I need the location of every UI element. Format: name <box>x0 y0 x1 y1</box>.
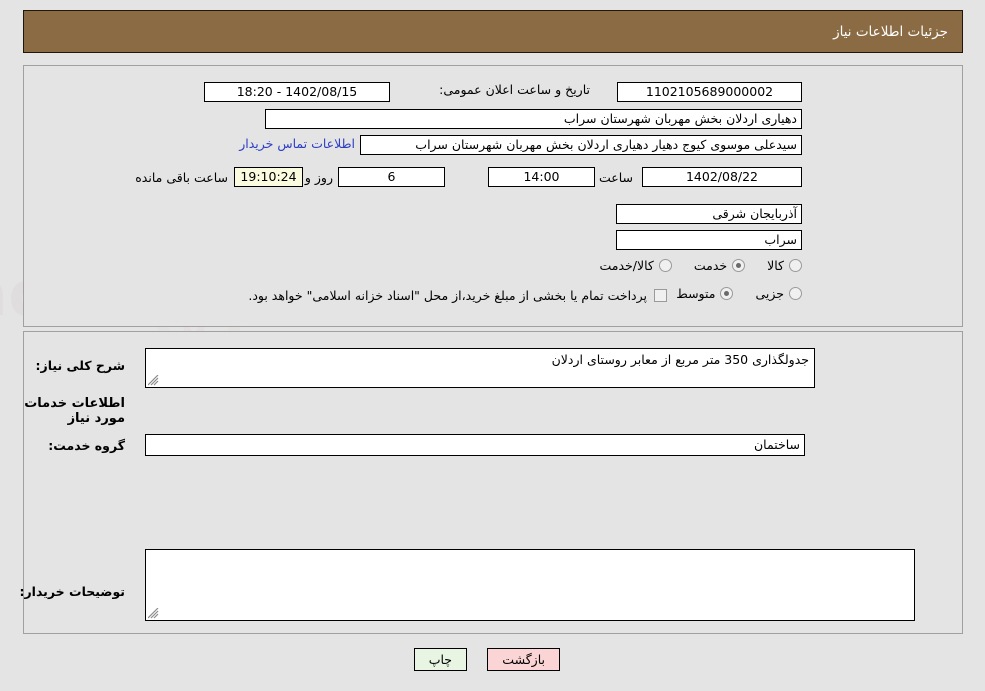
buyer-notes-label: توضیحات خریدار: <box>19 584 125 599</box>
need-number-field[interactable]: 1102105689000002 <box>617 82 802 102</box>
public-announce-row: تاریخ و ساعت اعلان عمومی: <box>439 82 590 97</box>
page-root: riaTender.net A جزئیات اطلاعات نیاز شمار… <box>0 0 985 691</box>
deadline-date-field[interactable]: 1402/08/22 <box>642 167 802 187</box>
category-radio-group[interactable]: کالا خدمت کالا/خدمت <box>599 258 802 273</box>
category-option-2[interactable]: کالا/خدمت <box>599 258 672 273</box>
hour-field[interactable]: 14:00 <box>488 167 595 187</box>
treasury-checkbox-label: پرداخت تمام یا بخشی از مبلغ خرید،از محل … <box>248 288 647 303</box>
process-radio-group[interactable]: جزیی متوسط <box>676 286 802 301</box>
city-field[interactable]: سراب <box>616 230 802 250</box>
services-section-title: اطلاعات خدمات مورد نیاز <box>24 396 125 426</box>
process-radio-icon[interactable] <box>789 287 802 300</box>
print-button[interactable]: چاپ <box>413 648 467 671</box>
public-announce-field[interactable]: 1402/08/15 - 18:20 <box>204 82 390 102</box>
treasury-checkbox-row[interactable]: پرداخت تمام یا بخشی از مبلغ خرید،از محل … <box>248 288 667 303</box>
category-radio-icon[interactable] <box>732 259 746 272</box>
countdown-label: ساعت باقی مانده <box>135 170 228 185</box>
process-option-label: متوسط <box>676 286 716 301</box>
category-option-1[interactable]: خدمت <box>693 258 746 273</box>
public-announce-label: تاریخ و ساعت اعلان عمومی: <box>439 82 590 97</box>
treasury-checkbox[interactable] <box>654 289 667 302</box>
summary-label: شرح کلی نیاز: <box>35 358 125 373</box>
category-radio-icon[interactable] <box>658 259 672 272</box>
summary-text: جدولگذاری 350 متر مربع از معابر روستای ا… <box>551 352 809 367</box>
buyer-org-field[interactable]: دهیاری اردلان بخش مهربان شهرستان سراب <box>265 109 802 129</box>
category-option-label: خدمت <box>693 258 728 273</box>
province-field[interactable]: آذربایجان شرقی <box>616 204 802 224</box>
days-field[interactable]: 6 <box>338 167 445 187</box>
category-option-0[interactable]: کالا <box>767 258 802 273</box>
hour-label: ساعت <box>598 170 633 185</box>
resize-grip-icon[interactable] <box>148 375 159 386</box>
process-option-0[interactable]: جزیی <box>755 286 802 301</box>
process-option-label: جزیی <box>755 286 784 301</box>
category-option-label: کالا <box>767 258 784 273</box>
buyer-notes-textarea[interactable] <box>145 549 915 621</box>
buyer-contact-link[interactable]: اطلاعات تماس خریدار <box>239 136 355 151</box>
service-group-field[interactable]: ساختمان <box>145 434 805 456</box>
countdown-field: 19:10:24 <box>234 167 303 187</box>
service-group-label: گروه خدمت: <box>48 438 125 453</box>
summary-textarea[interactable]: جدولگذاری 350 متر مربع از معابر روستای ا… <box>145 348 815 388</box>
category-radio-icon[interactable] <box>789 259 802 272</box>
creator-field[interactable]: سیدعلی موسوی کیوج دهیار دهیاری اردلان بخ… <box>360 135 802 155</box>
page-header: جزئیات اطلاعات نیاز <box>23 10 963 53</box>
back-button[interactable]: بازگشت <box>487 648 560 671</box>
process-radio-icon[interactable] <box>720 287 734 300</box>
page-title: جزئیات اطلاعات نیاز <box>833 23 948 40</box>
category-option-label: کالا/خدمت <box>599 258 654 273</box>
days-label: روز و <box>304 170 333 185</box>
resize-grip-icon[interactable] <box>148 608 159 619</box>
process-option-1[interactable]: متوسط <box>676 286 734 301</box>
